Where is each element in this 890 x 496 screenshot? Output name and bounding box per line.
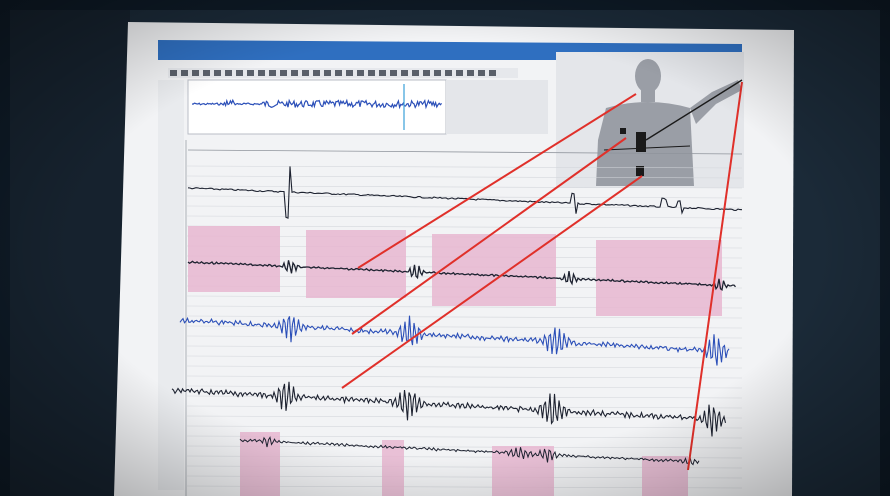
photo-vignette [0,0,890,496]
monitor-photo-scene [0,0,890,496]
